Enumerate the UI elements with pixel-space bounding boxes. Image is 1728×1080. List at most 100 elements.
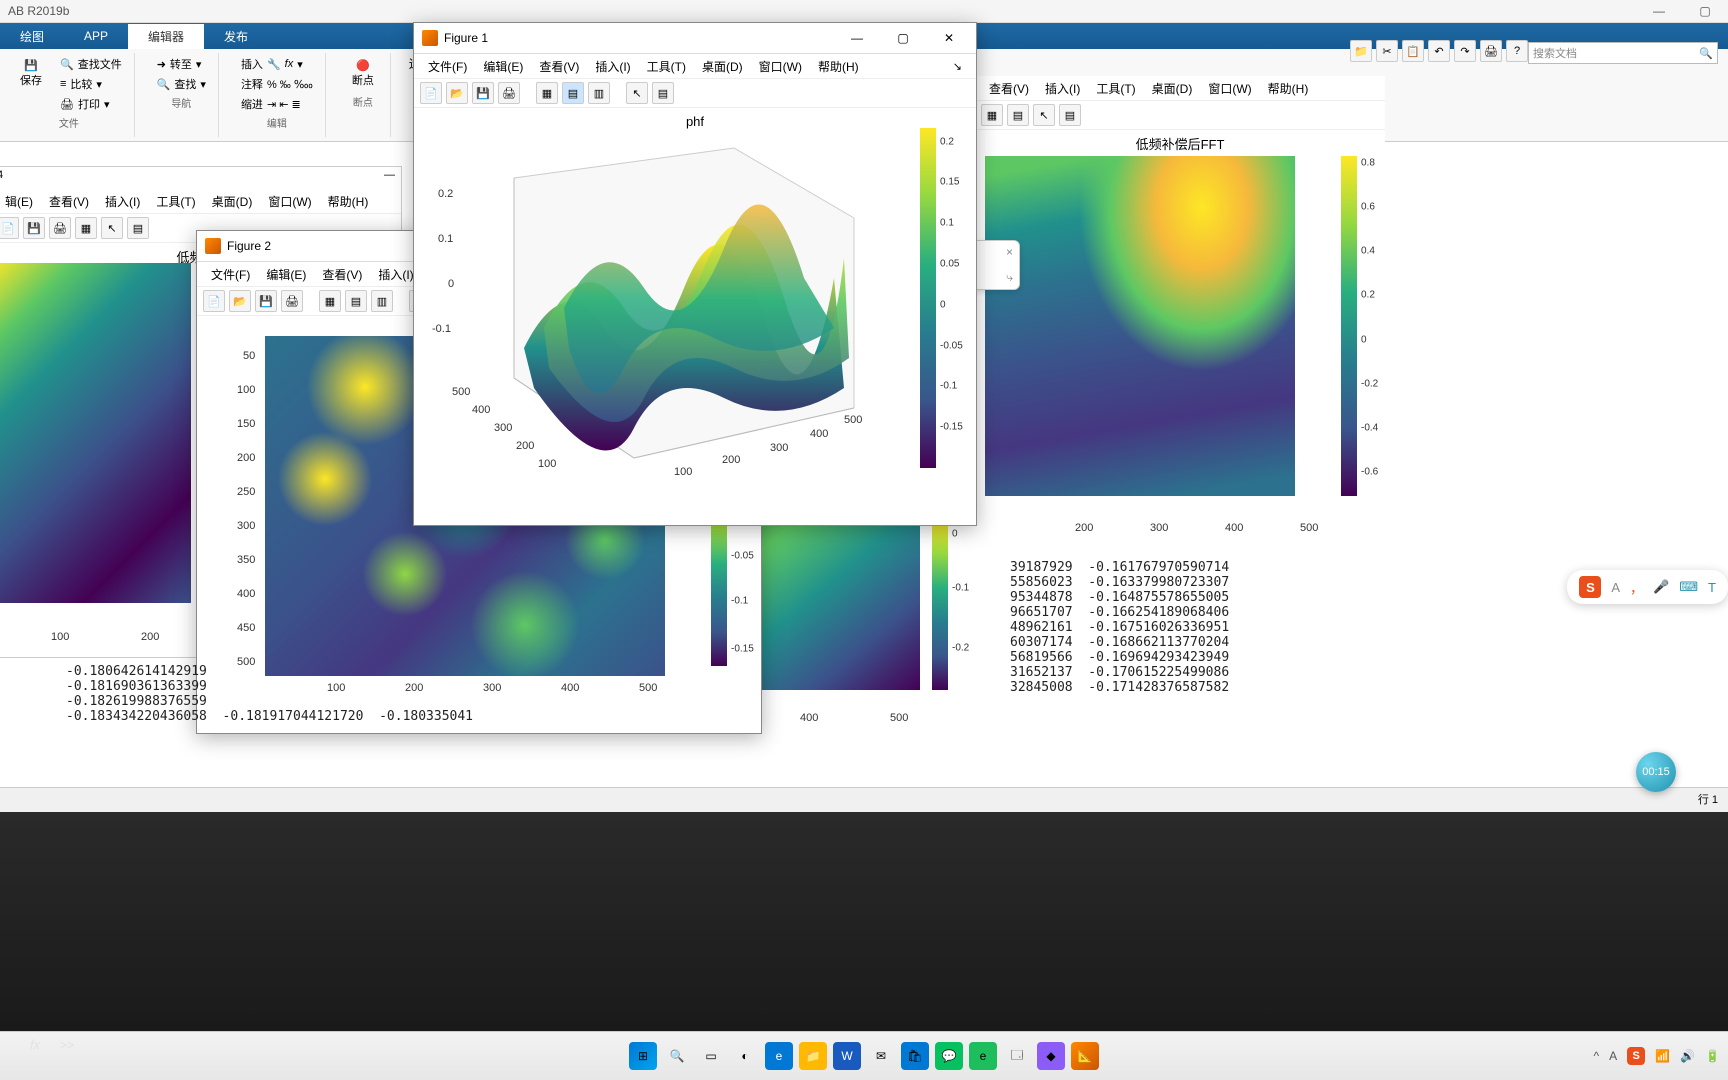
keyboard-icon[interactable]: ⌨ — [1679, 579, 1698, 595]
widgets-button[interactable]: ◐ — [731, 1042, 759, 1070]
volume-icon[interactable]: 🔊 — [1680, 1049, 1695, 1063]
menu-help[interactable]: 帮助(H) — [1262, 78, 1315, 99]
mail-app[interactable]: ✉ — [867, 1042, 895, 1070]
ribbon-tab-plot[interactable]: 绘图 — [0, 24, 64, 49]
timer-badge[interactable]: 00:15 — [1636, 752, 1676, 792]
print-button[interactable]: 🖨 打印 ▾ — [56, 95, 126, 113]
close-button[interactable]: ✕ — [930, 27, 968, 49]
arrow-icon[interactable]: ↖ — [626, 82, 648, 104]
save-icon[interactable]: 💾 — [23, 217, 45, 239]
menu-view[interactable]: 查看(V) — [983, 78, 1035, 99]
sogou-tray-icon[interactable]: S — [1627, 1047, 1645, 1065]
search-docs-input[interactable]: 搜索文档 🔍 — [1528, 42, 1718, 64]
compare-button[interactable]: ≡ 比较 ▾ — [56, 75, 126, 93]
menu-help[interactable]: 帮助(H) — [322, 191, 375, 212]
indent-button[interactable]: 缩进 ⇥ ⇤ ≣ — [237, 95, 317, 113]
explorer-app[interactable]: 📁 — [799, 1042, 827, 1070]
menu-edit[interactable]: 编辑(E) — [260, 264, 312, 285]
new-icon[interactable]: 📄 — [420, 82, 442, 104]
arrow-icon[interactable]: ↖ — [101, 217, 123, 239]
brush-icon[interactable]: ▦ — [319, 290, 341, 312]
close-icon[interactable]: × — [1006, 245, 1013, 259]
maximize-button[interactable]: ▢ — [1682, 0, 1728, 22]
menu-tool[interactable]: 工具(T) — [1090, 78, 1141, 99]
panel2-icon[interactable]: ▥ — [371, 290, 393, 312]
ime-punct[interactable]: ， — [1630, 578, 1643, 597]
panel-icon[interactable]: ▤ — [562, 82, 584, 104]
print-icon[interactable]: 🖨 — [49, 217, 71, 239]
menu-desktop[interactable]: 桌面(D) — [1146, 78, 1199, 99]
edge-app[interactable]: e — [765, 1042, 793, 1070]
goto-button[interactable]: ➜ 转至 ▾ — [153, 55, 210, 73]
qat-icon[interactable]: ✂ — [1376, 40, 1398, 62]
wifi-icon[interactable]: 📶 — [1655, 1049, 1670, 1063]
panel-icon[interactable]: ▦ — [981, 104, 1003, 126]
ime-t[interactable]: T — [1708, 580, 1716, 595]
panel-icon[interactable]: ▤ — [1007, 104, 1029, 126]
legend-icon[interactable]: ▤ — [127, 217, 149, 239]
mic-icon[interactable]: 🎤 — [1653, 579, 1669, 595]
figure-1-axes[interactable]: phf 0.2 0.1 0 -0.1 500 400 300 200 — [414, 108, 976, 518]
new-icon[interactable]: 📄 — [203, 290, 225, 312]
figure-1-titlebar[interactable]: Figure 1 — ▢ ✕ — [414, 23, 976, 54]
minimize-button[interactable]: — — [838, 27, 876, 49]
menu-window[interactable]: 窗口(W) — [262, 191, 317, 212]
menu-tool[interactable]: 工具(T) — [150, 191, 201, 212]
ime-toolbar[interactable]: S A ， 🎤 ⌨ T — [1567, 570, 1728, 604]
save-icon[interactable]: 💾 — [472, 82, 494, 104]
print-icon[interactable]: 🖨 — [281, 290, 303, 312]
open-icon[interactable]: 📂 — [446, 82, 468, 104]
qat-icon[interactable]: ↶ — [1428, 40, 1450, 62]
matlab-app[interactable]: 📐 — [1071, 1042, 1099, 1070]
battery-icon[interactable]: 🔋 — [1705, 1049, 1720, 1063]
legend-icon[interactable]: ▤ — [652, 82, 674, 104]
print-icon[interactable]: 🖨 — [498, 82, 520, 104]
menu-insert[interactable]: 插入(I) — [1039, 78, 1086, 99]
close-icon[interactable]: — — [384, 169, 395, 187]
search-button[interactable]: 🔍 — [663, 1042, 691, 1070]
sogou-icon[interactable]: S — [1579, 576, 1601, 598]
insert-button[interactable]: 插入 🔧 fx ▾ — [237, 55, 317, 73]
panel-icon[interactable]: ▤ — [345, 290, 367, 312]
open-icon[interactable]: 📂 — [229, 290, 251, 312]
wechat-app[interactable]: 💬 — [935, 1042, 963, 1070]
qat-icon[interactable]: ↷ — [1454, 40, 1476, 62]
menu-file[interactable]: 文件(F) — [422, 56, 473, 77]
language-icon[interactable]: A — [1609, 1049, 1617, 1063]
menu-insert[interactable]: 插入(I) — [99, 191, 146, 212]
menu-tool[interactable]: 工具(T) — [641, 56, 692, 77]
brush-icon[interactable]: ▦ — [536, 82, 558, 104]
breakpoint-button[interactable]: 🔴 断点 — [344, 55, 382, 92]
qat-icon[interactable]: 🖨 — [1480, 40, 1502, 62]
help-icon[interactable]: ? — [1506, 40, 1528, 62]
save-button[interactable]: 💾 保存 — [12, 55, 50, 113]
ribbon-tab-editor[interactable]: 编辑器 — [128, 24, 204, 49]
qat-icon[interactable]: 📁 — [1350, 40, 1372, 62]
tray-chevron-icon[interactable]: ^ — [1593, 1049, 1599, 1063]
store-app[interactable]: 🛍 — [901, 1042, 929, 1070]
qat-icon[interactable]: 📋 — [1402, 40, 1424, 62]
menu-file[interactable]: 文件(F) — [205, 264, 256, 285]
menu-help[interactable]: 帮助(H) — [812, 56, 865, 77]
minimize-button[interactable]: — — [1636, 0, 1682, 22]
windows-taskbar[interactable]: ⊞ 🔍 ▭ ◐ e 📁 W ✉ 🛍 💬 e 🗔 ◆ 📐 ^ A S 📶 🔊 🔋 — [0, 1031, 1728, 1080]
legend-icon[interactable]: ▤ — [1059, 104, 1081, 126]
start-button[interactable]: ⊞ — [629, 1042, 657, 1070]
panel2-icon[interactable]: ▥ — [588, 82, 610, 104]
word-app[interactable]: W — [833, 1042, 861, 1070]
taskview-button[interactable]: ▭ — [697, 1042, 725, 1070]
save-icon[interactable]: 💾 — [255, 290, 277, 312]
menu-window[interactable]: 窗口(W) — [753, 56, 808, 77]
ribbon-tab-app[interactable]: APP — [64, 25, 128, 47]
brush-icon[interactable]: ▦ — [75, 217, 97, 239]
menu-insert[interactable]: 插入(I) — [589, 56, 636, 77]
menu-view[interactable]: 查看(V) — [533, 56, 585, 77]
menu-view[interactable]: 查看(V) — [316, 264, 368, 285]
arrow-icon[interactable]: ↖ — [1033, 104, 1055, 126]
menu-desktop[interactable]: 桌面(D) — [696, 56, 749, 77]
code-app[interactable]: 🗔 — [1003, 1042, 1031, 1070]
ribbon-tab-publish[interactable]: 发布 — [204, 24, 268, 49]
menu-view[interactable]: 查看(V) — [43, 191, 95, 212]
new-icon[interactable]: 📄 — [0, 217, 19, 239]
maximize-button[interactable]: ▢ — [884, 27, 922, 49]
